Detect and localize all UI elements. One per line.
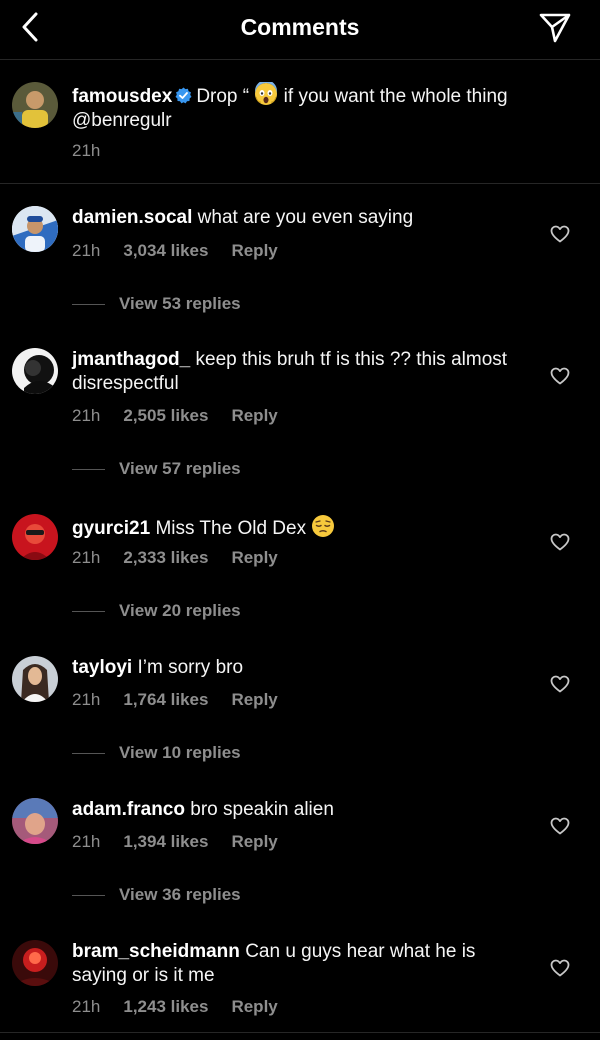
heart-outline-icon[interactable] (550, 816, 570, 836)
divider-line (72, 895, 105, 897)
avatar[interactable] (12, 82, 58, 128)
heart-outline-icon[interactable] (550, 224, 570, 244)
reply-button[interactable]: Reply (231, 548, 277, 567)
comment-meta: 21h 1,764 likes Reply (72, 690, 301, 710)
comment-username[interactable]: damien.socal (72, 207, 192, 228)
divider (0, 1032, 600, 1033)
like-count[interactable]: 1,764 likes (123, 690, 208, 709)
comment-time: 21h (72, 832, 101, 851)
view-replies-label: View 36 replies (119, 885, 241, 904)
caption-text: famousdex Drop “ if you want the whole th… (72, 82, 570, 133)
comment-meta: 21h 3,034 likes Reply (72, 241, 301, 261)
heart-outline-icon[interactable] (550, 366, 570, 386)
top-bar: Comments (0, 0, 600, 60)
caption-username[interactable]: famousdex (72, 86, 172, 107)
scream-emoji-icon (255, 82, 278, 105)
view-replies-button[interactable]: View 57 replies (72, 459, 241, 479)
heart-outline-icon[interactable] (550, 958, 570, 978)
paper-plane-icon[interactable] (538, 11, 572, 45)
reply-button[interactable]: Reply (231, 997, 277, 1016)
comment-text: tayloyi I’m sorry bro (72, 656, 530, 680)
comment-username[interactable]: jmanthagod_ (72, 349, 190, 370)
view-replies-button[interactable]: View 53 replies (72, 294, 241, 314)
avatar[interactable] (12, 206, 58, 252)
comment-username[interactable]: bram_scheidmann (72, 941, 240, 962)
comment-text: gyurci21 Miss The Old Dex (72, 514, 530, 541)
reply-button[interactable]: Reply (231, 406, 277, 425)
heart-outline-icon[interactable] (550, 532, 570, 552)
like-count[interactable]: 1,243 likes (123, 997, 208, 1016)
view-replies-button[interactable]: View 36 replies (72, 885, 241, 905)
avatar[interactable] (12, 656, 58, 702)
view-replies-label: View 57 replies (119, 459, 241, 478)
comment-text: damien.socal what are you even saying (72, 206, 530, 230)
comment-time: 21h (72, 690, 101, 709)
like-count[interactable]: 1,394 likes (123, 832, 208, 851)
caption-meta: 21h (72, 141, 123, 161)
comment-time: 21h (72, 548, 101, 567)
like-count[interactable]: 2,505 likes (123, 406, 208, 425)
comment-time: 21h (72, 241, 101, 260)
comment-body: what are you even saying (197, 207, 414, 228)
comment-meta: 21h 1,394 likes Reply (72, 832, 301, 852)
verified-badge-icon (175, 87, 192, 104)
comment-time: 21h (72, 406, 101, 425)
comment-text: jmanthagod_ keep this bruh tf is this ??… (72, 348, 530, 396)
divider-line (72, 304, 105, 306)
post-caption: famousdex Drop “ if you want the whole th… (0, 60, 600, 184)
view-replies-label: View 53 replies (119, 294, 241, 313)
comment-text: bram_scheidmann Can u guys hear what he … (72, 940, 530, 988)
reply-button[interactable]: Reply (231, 832, 277, 851)
caption-text-part1: Drop “ (196, 86, 250, 107)
avatar[interactable] (12, 514, 58, 560)
page-title: Comments (240, 14, 360, 40)
comment-meta: 21h 2,505 likes Reply (72, 406, 301, 426)
avatar[interactable] (12, 798, 58, 844)
avatar[interactable] (12, 348, 58, 394)
view-replies-label: View 20 replies (119, 601, 241, 620)
comment-body: bro speakin alien (190, 799, 334, 820)
comment-meta: 21h 1,243 likes Reply (72, 997, 301, 1017)
avatar[interactable] (12, 940, 58, 986)
comment-body: Miss The Old Dex (155, 518, 307, 539)
reply-button[interactable]: Reply (231, 241, 277, 260)
divider-line (72, 611, 105, 613)
divider-line (72, 753, 105, 755)
caption-time: 21h (72, 141, 101, 160)
view-replies-label: View 10 replies (119, 743, 241, 762)
view-replies-button[interactable]: View 20 replies (72, 601, 241, 621)
comment-text: adam.franco bro speakin alien (72, 798, 530, 822)
comment-username[interactable]: gyurci21 (72, 518, 150, 539)
like-count[interactable]: 2,333 likes (123, 548, 208, 567)
reply-button[interactable]: Reply (231, 690, 277, 709)
comment-meta: 21h 2,333 likes Reply (72, 548, 301, 568)
heart-outline-icon[interactable] (550, 674, 570, 694)
comment-username[interactable]: tayloyi (72, 657, 132, 678)
pensive-face-emoji-icon (312, 515, 335, 537)
comment-username[interactable]: adam.franco (72, 799, 185, 820)
view-replies-button[interactable]: View 10 replies (72, 743, 241, 763)
comment-time: 21h (72, 997, 101, 1016)
divider-line (72, 469, 105, 471)
like-count[interactable]: 3,034 likes (123, 241, 208, 260)
comment-body: I’m sorry bro (137, 657, 244, 678)
